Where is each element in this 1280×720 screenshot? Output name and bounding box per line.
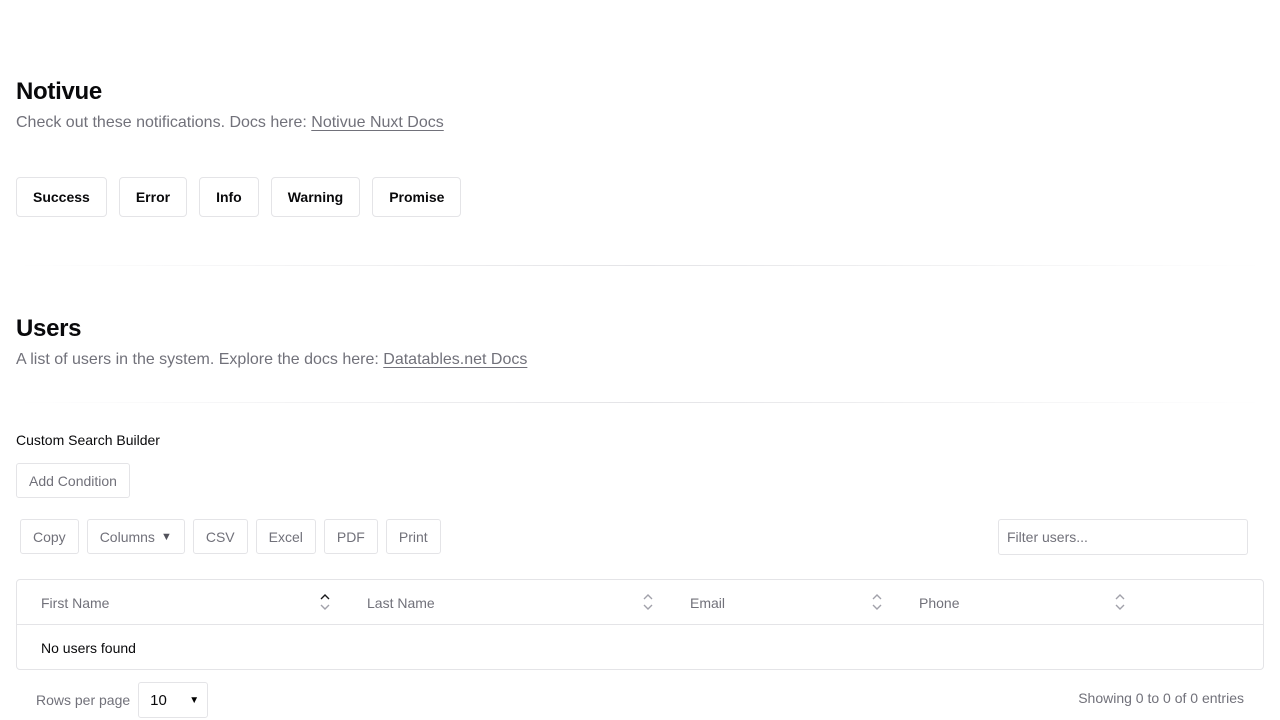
rows-per-page: Rows per page 10 ▼: [36, 682, 209, 718]
print-button[interactable]: Print: [385, 519, 441, 554]
rows-per-page-label: Rows per page: [36, 692, 131, 708]
sort-icon[interactable]: [1115, 592, 1125, 612]
column-header-phone[interactable]: Phone: [919, 580, 959, 625]
warning-button[interactable]: Warning: [270, 177, 361, 217]
notivue-subtitle-text: Check out these notifications. Docs here…: [16, 114, 312, 131]
table-toolbar: Copy Columns ▼ CSV Excel PDF Print: [20, 519, 441, 554]
success-button[interactable]: Success: [16, 177, 107, 217]
columns-label: Columns: [99, 528, 155, 545]
csv-button[interactable]: CSV: [192, 519, 248, 554]
notivue-title: Notivue: [16, 78, 102, 105]
users-section: Users A list of users in the system. Exp…: [16, 315, 1264, 369]
users-title: Users: [16, 315, 82, 342]
column-header-email[interactable]: Email: [690, 580, 725, 625]
table-row: No users found: [17, 625, 1263, 669]
datatables-docs-link[interactable]: Datatables.net Docs: [383, 351, 527, 368]
copy-button[interactable]: Copy: [20, 519, 79, 554]
sort-ascending-icon[interactable]: [320, 592, 330, 612]
notivue-section: Notivue Check out these notifications. D…: [16, 78, 1264, 132]
caret-down-icon: ▼: [160, 530, 172, 543]
sort-icon[interactable]: [643, 592, 653, 612]
info-button[interactable]: Info: [199, 177, 259, 217]
promise-button[interactable]: Promise: [372, 177, 462, 217]
notivue-docs-link[interactable]: Notivue Nuxt Docs: [311, 114, 444, 131]
section-divider: [16, 265, 1264, 266]
excel-button[interactable]: Excel: [255, 519, 316, 554]
users-subtitle-text: A list of users in the system. Explore t…: [16, 351, 384, 368]
sort-icon[interactable]: [872, 592, 882, 612]
add-condition-button[interactable]: Add Condition: [16, 463, 130, 498]
rows-per-page-select[interactable]: 10 ▼: [138, 682, 209, 718]
error-button[interactable]: Error: [118, 177, 188, 217]
notification-buttons: Success Error Info Warning Promise: [16, 177, 462, 217]
filter-users-input[interactable]: [998, 519, 1248, 555]
search-builder-title: Custom Search Builder: [16, 432, 160, 448]
notivue-subtitle: Check out these notifications. Docs here…: [16, 114, 1264, 132]
column-header-first-name[interactable]: First Name: [41, 580, 109, 625]
table-header: First Name Last Name Email Phone: [17, 580, 1263, 625]
columns-button[interactable]: Columns ▼: [86, 519, 185, 554]
users-subtitle: A list of users in the system. Explore t…: [16, 351, 1264, 369]
column-header-last-name[interactable]: Last Name: [367, 580, 435, 625]
dropdown-arrow-icon: ▼: [189, 694, 200, 706]
empty-table-message: No users found: [41, 639, 136, 656]
rows-per-page-value: 10: [150, 691, 167, 709]
table-info: Showing 0 to 0 of 0 entries: [1078, 690, 1244, 706]
pdf-button[interactable]: PDF: [323, 519, 378, 554]
users-divider: [16, 402, 1264, 403]
users-table: First Name Last Name Email Phone No user…: [16, 579, 1264, 670]
